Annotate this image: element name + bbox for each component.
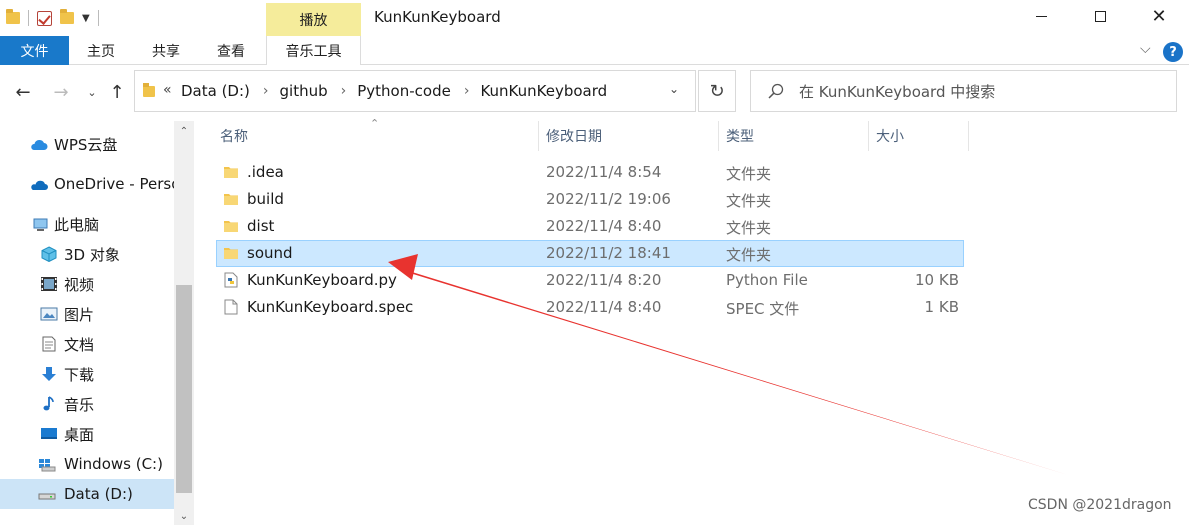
annotation-arrow [388,254,1068,475]
watermark: CSDN @2021dragon [1028,497,1172,513]
